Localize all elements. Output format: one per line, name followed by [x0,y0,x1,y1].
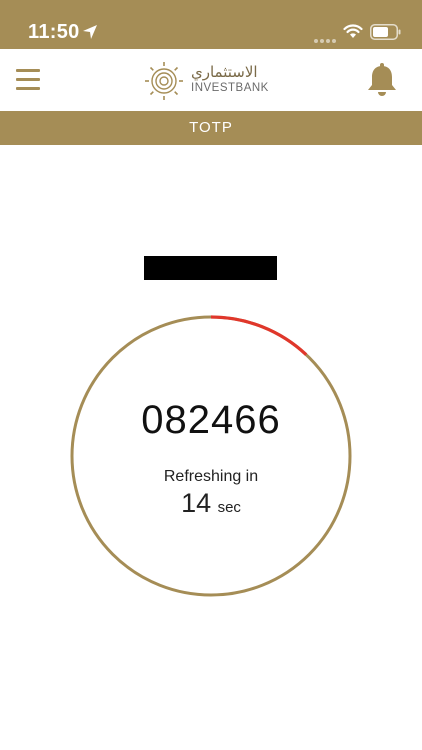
page-title-bar: TOTP [0,111,422,145]
status-bar: 11:50 [0,0,422,49]
refresh-unit: sec [217,499,241,516]
totp-timer-ring [70,315,352,597]
location-arrow-icon [83,25,97,39]
app-header: الاستثماري INVESTBANK [0,49,422,111]
page-title: TOTP [189,119,233,136]
sun-logo-icon [145,62,183,100]
logo-latin-text: INVESTBANK [191,82,269,94]
cellular-signal-icon [314,30,338,48]
timer-ring-track [70,315,352,597]
timer-ring-elapsed-arc [210,315,308,356]
hamburger-menu-icon[interactable] [16,69,42,91]
wifi-icon [343,24,363,38]
otp-code: 082466 [141,398,281,442]
status-time: 11:50 [28,21,80,43]
logo-arabic-text: الاستثماري [191,63,258,81]
refresh-seconds: 14 [181,488,212,518]
battery-icon [370,24,401,40]
refresh-countdown: 14 sec [0,488,422,519]
investbank-logo: الاستثماري INVESTBANK [145,62,285,100]
redacted-account-label [144,256,277,280]
refresh-label: Refreshing in [163,468,259,485]
bell-icon[interactable] [367,63,397,97]
